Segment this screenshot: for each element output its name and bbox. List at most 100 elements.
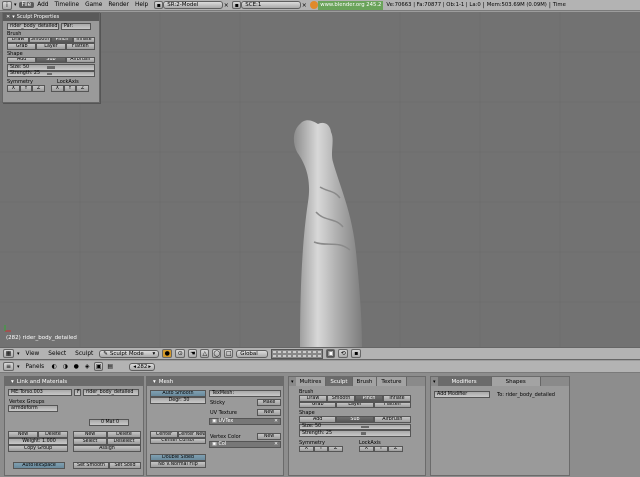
set-smooth-button[interactable]: Set Smooth: [73, 462, 109, 469]
brush-flatten-button[interactable]: Flatten: [65, 43, 95, 50]
symmetry-z-button[interactable]: Z: [32, 85, 46, 92]
center-cursor-button[interactable]: Center Cursor: [150, 437, 206, 444]
mode-add-button[interactable]: Add: [299, 416, 337, 423]
tab-multires[interactable]: Multires: [295, 377, 327, 386]
add-modifier-dropdown[interactable]: Add Modifier: [434, 391, 490, 398]
script-context-icon[interactable]: ◑: [61, 363, 69, 370]
vcol-new-button[interactable]: New: [257, 433, 281, 440]
symmetry-y-button[interactable]: Y: [313, 445, 329, 452]
double-sided-toggle[interactable]: Double Sided: [150, 454, 206, 461]
mode-sub-button[interactable]: Sub: [336, 416, 374, 423]
mat-select-button[interactable]: Select: [73, 438, 107, 445]
brush-flatten-button[interactable]: Flatten: [373, 401, 411, 408]
manipulator-icon[interactable]: ☚: [188, 349, 198, 358]
panel-title[interactable]: ▾ Mesh: [147, 377, 283, 386]
screen-name-field[interactable]: SR:2-Model: [163, 1, 224, 9]
logic-context-icon[interactable]: ◐: [50, 363, 58, 370]
sticky-make-button[interactable]: Make: [257, 399, 281, 406]
close-scene-icon[interactable]: ×: [301, 2, 307, 9]
render-preview-icon[interactable]: ⟲: [338, 349, 349, 358]
collapse-icon[interactable]: ▾: [12, 14, 15, 20]
mode-airbrush-button[interactable]: Airbrush: [65, 56, 95, 63]
collapse-icon[interactable]: ▾: [11, 379, 14, 385]
degr-field[interactable]: Degr: 30: [150, 397, 206, 404]
menu-timeline[interactable]: Timeline: [51, 2, 82, 8]
mode-airbrush-button[interactable]: Airbrush: [373, 416, 411, 423]
mode-add-button[interactable]: Add: [7, 56, 37, 63]
brush-layer-button[interactable]: Layer: [336, 401, 374, 408]
translate-icon[interactable]: △: [200, 349, 210, 358]
menu-sculpt[interactable]: Sculpt: [72, 351, 96, 357]
scene-browse-icon[interactable]: ▪: [232, 1, 242, 9]
menu-select[interactable]: Select: [45, 351, 69, 357]
mesh-name-field[interactable]: ME:Torso.003: [8, 389, 72, 396]
auto-smooth-toggle[interactable]: Auto Smooth: [150, 390, 206, 397]
lock-x-button[interactable]: X: [51, 85, 64, 92]
scene-name-field[interactable]: SCE:1: [241, 1, 302, 9]
vg-delete-button[interactable]: Delete: [38, 431, 68, 438]
mat-new-button[interactable]: New: [73, 431, 107, 438]
collapse-menu-icon[interactable]: ▾: [14, 2, 17, 8]
tab-sculpt[interactable]: Sculpt: [326, 377, 353, 386]
editor-type-icon[interactable]: ≡: [3, 362, 14, 371]
weight-field[interactable]: Weight: 1.000: [8, 438, 68, 445]
uvtex-layer[interactable]: ▣ UVTex ✕: [209, 418, 281, 425]
draw-type-icon[interactable]: ●: [162, 349, 173, 358]
copy-group-button[interactable]: Copy Group: [8, 445, 68, 452]
center-new-button[interactable]: Center New: [178, 431, 206, 438]
lock-z-button[interactable]: Z: [388, 445, 404, 452]
menu-render[interactable]: Render: [105, 2, 132, 8]
lock-x-button[interactable]: X: [359, 445, 374, 452]
window-type-icon[interactable]: i: [2, 0, 12, 10]
vertex-group-field[interactable]: armdeform: [8, 405, 58, 412]
screen-browse-icon[interactable]: ▪: [154, 1, 164, 9]
scene-context-icon[interactable]: ▤: [106, 363, 114, 370]
tab-modifiers[interactable]: Modifiers: [437, 377, 492, 386]
close-icon[interactable]: ✕: [6, 14, 10, 20]
uv-new-button[interactable]: New: [257, 409, 281, 416]
collapse-icon[interactable]: ▾: [153, 379, 156, 385]
mat-deselect-button[interactable]: Deselect: [107, 438, 141, 445]
orientation-dropdown[interactable]: Global: [236, 349, 269, 358]
center-button[interactable]: Center: [150, 431, 178, 438]
close-screen-icon[interactable]: ×: [223, 2, 229, 9]
lock-y-button[interactable]: Y: [373, 445, 389, 452]
brush-layer-button[interactable]: Layer: [36, 43, 66, 50]
lock-icon[interactable]: ▣: [326, 349, 336, 358]
layer-buttons[interactable]: [271, 348, 324, 359]
mode-select-dropdown[interactable]: ✎ Sculpt Mode ▾: [99, 349, 160, 358]
brush-grab-button[interactable]: Grab: [299, 401, 337, 408]
collapse-menu-icon[interactable]: ▾: [17, 364, 20, 370]
strength-slider[interactable]: Strength: 25: [7, 70, 95, 77]
remove-icon[interactable]: ✕: [274, 442, 278, 447]
fake-user-button[interactable]: F: [74, 389, 81, 396]
editor-type-icon[interactable]: ▦: [3, 349, 14, 358]
pivot-icon[interactable]: ⊙: [175, 349, 186, 358]
mat-assign-button[interactable]: Assign: [73, 445, 141, 452]
object-name-field[interactable]: rider_body_detailed: [7, 23, 59, 30]
collapse-menu-icon[interactable]: ▾: [17, 351, 20, 357]
rotate-icon[interactable]: ◯: [212, 349, 222, 358]
texmesh-field[interactable]: TexMesh:: [209, 390, 281, 397]
mat-delete-button[interactable]: Delete: [107, 431, 141, 438]
frame-number-field[interactable]: ◂ 282 ▸: [129, 362, 156, 371]
set-solid-button[interactable]: Set Solid: [109, 462, 141, 469]
brush-grab-button[interactable]: Grab: [7, 43, 37, 50]
col-layer[interactable]: ▣ Col ✕: [209, 441, 281, 448]
parent-field[interactable]: Par:: [61, 23, 91, 30]
menu-panels[interactable]: Panels: [23, 364, 48, 370]
tab-shapes[interactable]: Shapes: [491, 377, 541, 386]
mode-sub-button[interactable]: Sub: [36, 56, 66, 63]
render-view-icon[interactable]: ▪: [351, 349, 362, 358]
menu-help[interactable]: Help: [132, 2, 151, 8]
shading-context-icon[interactable]: ●: [72, 363, 80, 370]
tab-texture[interactable]: Texture: [377, 377, 407, 386]
vg-new-button[interactable]: New: [8, 431, 38, 438]
panel-title[interactable]: ▾ Link and Materials: [5, 377, 143, 386]
tab-brush[interactable]: Brush: [352, 377, 378, 386]
material-index-field[interactable]: 0 Mat 0: [89, 419, 129, 426]
auto-tex-space-button[interactable]: AutoTexSpace: [13, 462, 65, 469]
no-vnormal-flip-toggle[interactable]: No V.Normal Flip: [150, 461, 206, 468]
symmetry-y-button[interactable]: Y: [19, 85, 33, 92]
strength-slider[interactable]: Strength: 25: [299, 430, 411, 437]
